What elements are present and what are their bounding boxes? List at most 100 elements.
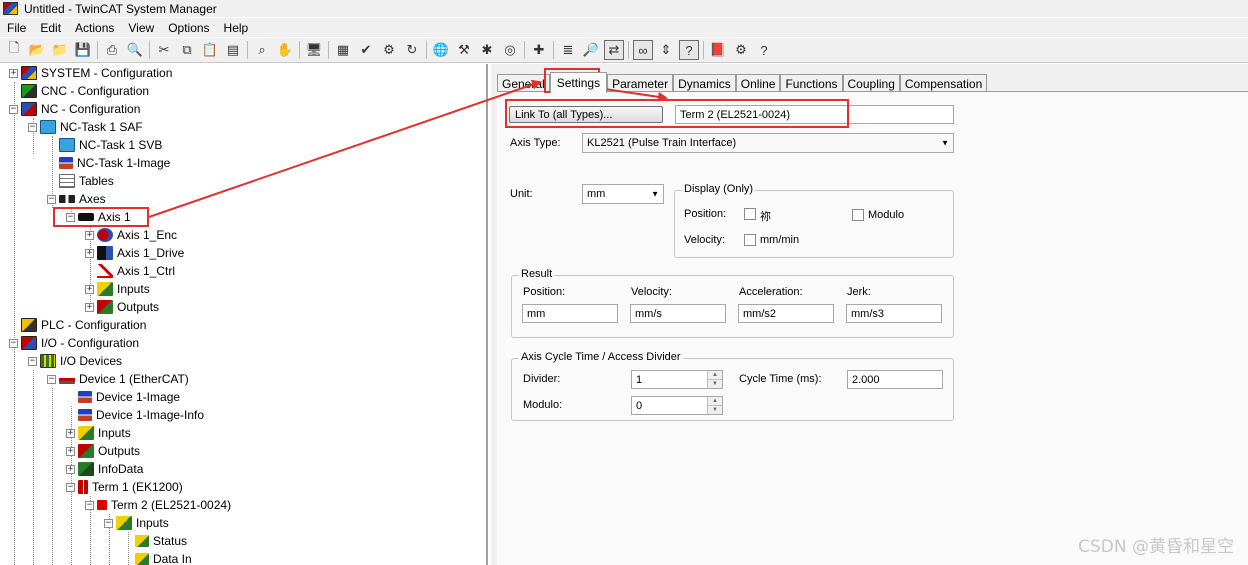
divider-stepper[interactable]: 1 ▲ ▼ — [631, 370, 723, 389]
divider-spin-buttons[interactable]: ▲ ▼ — [707, 371, 722, 388]
config-icon[interactable]: ⚒ — [454, 40, 474, 60]
expand-icon[interactable]: + — [66, 428, 75, 438]
collapse-icon[interactable]: − — [47, 374, 56, 384]
tree-item-io[interactable]: − I/O - Configuration — [9, 334, 139, 352]
tree-item-plc[interactable]: PLC - Configuration — [21, 316, 146, 334]
menu-file[interactable]: File — [7, 21, 26, 35]
zoom-icon[interactable]: 🔎 — [581, 40, 601, 60]
tree-item-axes[interactable]: − Axes — [47, 190, 106, 208]
settings-icon[interactable]: ⚙ — [731, 40, 751, 60]
tree-item-term-2[interactable]: − Term 2 (EL2521-0024) — [85, 496, 231, 514]
tab-compensation[interactable]: Compensation — [899, 74, 988, 92]
tab-parameter[interactable]: Parameter — [607, 74, 674, 92]
move-icon[interactable]: ⇕ — [656, 40, 676, 60]
tab-general[interactable]: General — [497, 74, 550, 92]
collapse-icon[interactable]: − — [28, 122, 37, 132]
build-icon[interactable]: ▦ — [333, 40, 353, 60]
spin-down-icon[interactable]: ▼ — [708, 379, 722, 388]
tree-item-axis-outputs[interactable]: + Outputs — [85, 298, 159, 316]
modulo-stepper[interactable]: 0 ▲ ▼ — [631, 396, 723, 415]
tab-online[interactable]: Online — [735, 74, 781, 92]
tree-item-tables[interactable]: Tables — [59, 172, 114, 190]
collapse-icon[interactable]: − — [9, 104, 18, 114]
network-icon[interactable]: 🌐 — [431, 40, 451, 60]
unit-select[interactable]: mm ▼ — [582, 184, 664, 204]
tree-item-device-outputs[interactable]: + Outputs — [66, 442, 140, 460]
find-icon[interactable]: ⌕ — [252, 40, 272, 60]
check-icon[interactable]: ✔ — [356, 40, 376, 60]
expand-icon[interactable]: + — [9, 68, 18, 78]
tree-item-nc-task-saf[interactable]: − NC-Task 1 SAF — [28, 118, 143, 136]
tree-item-nc[interactable]: − NC - Configuration — [9, 100, 140, 118]
expand-icon[interactable]: + — [66, 464, 75, 474]
print-preview-icon[interactable]: 🔍 — [125, 40, 145, 60]
expand-icon[interactable]: + — [85, 230, 94, 240]
tree-item-nc-task-image[interactable]: NC-Task 1-Image — [59, 154, 170, 172]
target-icon[interactable]: ◎ — [500, 40, 520, 60]
hand-icon[interactable]: ✋ — [275, 40, 295, 60]
tree-item-axis-ctrl[interactable]: Axis 1_Ctrl — [97, 262, 175, 280]
tree-item-device-1[interactable]: − Device 1 (EtherCAT) — [47, 370, 189, 388]
spin-up-icon[interactable]: ▲ — [708, 371, 722, 379]
position-checkbox[interactable] — [744, 208, 756, 220]
collapse-icon[interactable]: − — [85, 500, 94, 510]
cut-icon[interactable]: ✂ — [154, 40, 174, 60]
modulo-checkbox[interactable] — [852, 209, 864, 221]
tree-item-data-in[interactable]: Data In — [135, 550, 192, 565]
axis-type-select[interactable]: KL2521 (Pulse Train Interface) ▼ — [582, 133, 954, 153]
tab-dynamics[interactable]: Dynamics — [673, 74, 736, 92]
result-position-field[interactable]: mm — [522, 304, 618, 323]
paste-icon[interactable]: 📋 — [200, 40, 220, 60]
restart-icon[interactable]: ↻ — [402, 40, 422, 60]
save-icon[interactable]: 💾 — [73, 40, 93, 60]
tree-item-nc-task-svb[interactable]: NC-Task 1 SVB — [59, 136, 162, 154]
result-jerk-field[interactable]: mm/s3 — [846, 304, 942, 323]
tree-item-system[interactable]: + SYSTEM - Configuration — [9, 64, 172, 82]
glasses-icon[interactable]: ∞ — [633, 40, 653, 60]
tree-item-status[interactable]: Status — [135, 532, 187, 550]
scan-icon[interactable]: ✱ — [477, 40, 497, 60]
tree-item-device-image-info[interactable]: Device 1-Image-Info — [78, 406, 204, 424]
result-acceleration-field[interactable]: mm/s2 — [738, 304, 834, 323]
paste-special-icon[interactable]: ▤ — [223, 40, 243, 60]
tree-item-cnc[interactable]: CNC - Configuration — [21, 82, 149, 100]
variables-icon[interactable]: ≣ — [558, 40, 578, 60]
spin-down-icon[interactable]: ▼ — [708, 405, 722, 414]
copy-icon[interactable]: ⧉ — [177, 40, 197, 60]
tree-item-axis-drive[interactable]: + Axis 1_Drive — [85, 244, 184, 262]
print-icon[interactable]: ⎙ — [102, 40, 122, 60]
expand-icon[interactable]: + — [85, 284, 94, 294]
tree-item-device-image[interactable]: Device 1-Image — [78, 388, 180, 406]
tree-item-axis-enc[interactable]: + Axis 1_Enc — [85, 226, 177, 244]
tab-coupling[interactable]: Coupling — [842, 74, 900, 92]
open-icon[interactable]: 📂 — [27, 40, 47, 60]
help-link-icon[interactable]: ? — [679, 40, 699, 60]
collapse-icon[interactable]: − — [47, 194, 56, 204]
plugin-icon[interactable]: ✚ — [529, 40, 549, 60]
cycle-time-field[interactable]: 2.000 — [847, 370, 943, 389]
tab-functions[interactable]: Functions — [780, 74, 843, 92]
tree-item-io-devices[interactable]: − I/O Devices — [28, 352, 122, 370]
tree-item-term-1[interactable]: − Term 1 (EK1200) — [66, 478, 183, 496]
spin-up-icon[interactable]: ▲ — [708, 397, 722, 405]
question-icon[interactable]: ? — [754, 40, 774, 60]
collapse-icon[interactable]: − — [28, 356, 37, 366]
expand-icon[interactable]: + — [85, 248, 94, 258]
collapse-icon[interactable]: − — [66, 482, 75, 492]
collapse-icon[interactable]: − — [9, 338, 18, 348]
activate-icon[interactable]: ⚙ — [379, 40, 399, 60]
menu-edit[interactable]: Edit — [40, 21, 61, 35]
expand-icon[interactable]: + — [66, 446, 75, 456]
open-folder-icon[interactable]: 📁 — [50, 40, 70, 60]
modulo-spin-buttons[interactable]: ▲ ▼ — [707, 397, 722, 414]
tree-item-axis-inputs[interactable]: + Inputs — [85, 280, 150, 298]
result-velocity-field[interactable]: mm/s — [630, 304, 726, 323]
menu-view[interactable]: View — [128, 21, 154, 35]
expand-icon[interactable]: + — [85, 302, 94, 312]
monitor-icon[interactable]: 🖥 — [304, 40, 324, 60]
toggle-icon[interactable]: ⇄ — [604, 40, 624, 60]
tree-item-infodata[interactable]: + InfoData — [66, 460, 143, 478]
menu-help[interactable]: Help — [224, 21, 249, 35]
new-icon[interactable]: 🗋 — [4, 40, 24, 60]
tree-item-device-inputs[interactable]: + Inputs — [66, 424, 131, 442]
